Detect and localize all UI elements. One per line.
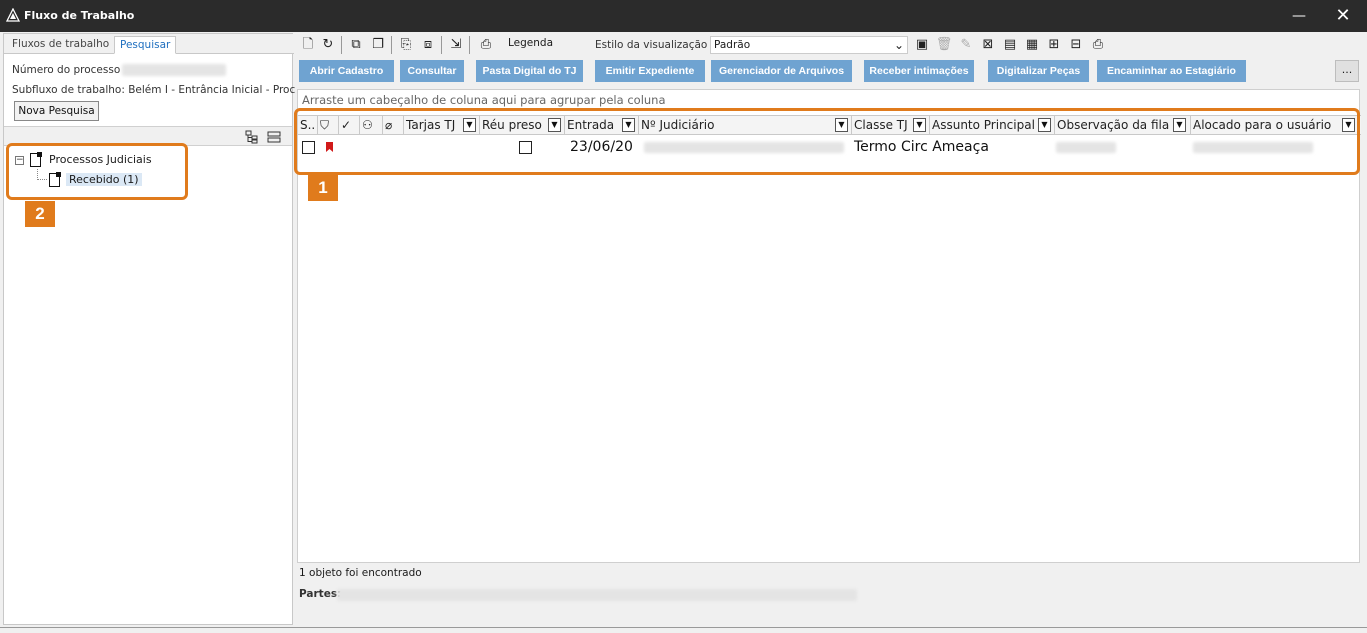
subfluxo-label: Subfluxo de trabalho: Belém I - Entrânci…	[12, 84, 302, 96]
consultar-button[interactable]: Consultar	[400, 60, 464, 82]
window-title: Fluxo de Trabalho	[24, 9, 135, 22]
print-icon[interactable]: ⎙	[1089, 36, 1107, 54]
group-tree-icon[interactable]: ⊞	[1045, 36, 1063, 54]
new-document-icon[interactable]: 🗋	[299, 36, 317, 54]
title-bar: Fluxo de Trabalho — ✕	[0, 0, 1367, 32]
close-button[interactable]: ✕	[1320, 0, 1366, 32]
left-panel: Fluxos de trabalho Pesquisar Número do p…	[3, 33, 302, 625]
group-by-hint: Arraste um cabeçalho de coluna aqui para…	[302, 93, 666, 107]
result-count: 1 objeto foi encontrado	[299, 567, 422, 579]
copy-icon[interactable]: ❐	[369, 36, 387, 54]
expand-tree-icon[interactable]	[244, 129, 260, 145]
highlight-box-1	[294, 108, 1360, 175]
estilo-visualizacao-select[interactable]: Padrão ⌄	[710, 36, 908, 54]
partes-label: Partes:	[299, 588, 342, 600]
digitalizar-pecas-button[interactable]: Digitalizar Peças	[988, 60, 1089, 82]
partes-value-redacted	[337, 589, 857, 601]
highlight-box-2	[6, 143, 188, 200]
legend-icon[interactable]: ⎙	[477, 36, 495, 54]
estilo-visualizacao-label: Estilo da visualização	[595, 39, 708, 51]
numero-processo-label: Número do processo	[12, 64, 121, 76]
encaminhar-estagiario-button[interactable]: Encaminhar ao Estagiário	[1097, 60, 1246, 82]
chevron-down-icon: ⌄	[893, 38, 904, 52]
callout-badge-1: 1	[308, 175, 338, 201]
action-toolbar: Abrir Cadastro Consultar Pasta Digital d…	[295, 60, 1364, 84]
numero-processo-value-redacted	[122, 64, 226, 76]
left-tabs: Fluxos de trabalho Pesquisar	[4, 34, 294, 54]
gerenciador-arquivos-button[interactable]: Gerenciador de Arquivos	[711, 60, 852, 82]
app-logo-icon	[6, 8, 20, 22]
collapse-tree-icon[interactable]	[266, 129, 282, 145]
pasta-digital-tj-button[interactable]: Pasta Digital do TJ	[476, 60, 583, 82]
top-toolbar: 🗋 ↻ ⧉ ❐ ⎘ ⧈ ⇲ ⎙ Legenda Estilo da visual…	[295, 33, 1364, 57]
collapse-groups-icon[interactable]: ⊟	[1067, 36, 1085, 54]
minimize-button[interactable]: —	[1276, 0, 1322, 32]
paste-icon[interactable]: ⎘	[397, 36, 415, 54]
legend-label[interactable]: Legenda	[508, 37, 553, 49]
delete-view-icon: 🗑	[935, 37, 953, 52]
report-icon[interactable]: ▤	[1001, 36, 1019, 54]
nova-pesquisa-button[interactable]: Nova Pesquisa	[14, 101, 99, 121]
emitir-expediente-button[interactable]: Emitir Expediente	[595, 60, 705, 82]
toolbar-separator	[441, 36, 442, 54]
callout-badge-2: 2	[25, 201, 55, 227]
edit-view-icon: ✎	[960, 37, 972, 52]
export-icon[interactable]: ⇲	[447, 36, 465, 54]
tab-fluxos-de-trabalho[interactable]: Fluxos de trabalho	[7, 36, 114, 54]
more-actions-button[interactable]: ...	[1335, 60, 1359, 82]
window-bottom-border	[0, 627, 1367, 633]
toolbar-separator	[391, 36, 392, 54]
save-view-icon[interactable]: ▣	[913, 36, 931, 54]
abrir-cadastro-button[interactable]: Abrir Cadastro	[299, 60, 394, 82]
estilo-visualizacao-value: Padrão	[714, 39, 751, 51]
toolbar-separator	[341, 36, 342, 54]
tab-pesquisar[interactable]: Pesquisar	[114, 36, 177, 54]
toolbar-separator	[469, 36, 470, 54]
select-all-icon[interactable]: ⧉	[347, 36, 365, 54]
print-preview-icon[interactable]: ⧈	[419, 36, 437, 54]
columns-icon[interactable]: ▦	[1023, 36, 1041, 54]
excel-export-icon[interactable]: ⊠	[979, 36, 997, 54]
refresh-icon[interactable]: ↻	[319, 36, 337, 54]
receber-intimacoes-button[interactable]: Receber intimações	[864, 60, 974, 82]
